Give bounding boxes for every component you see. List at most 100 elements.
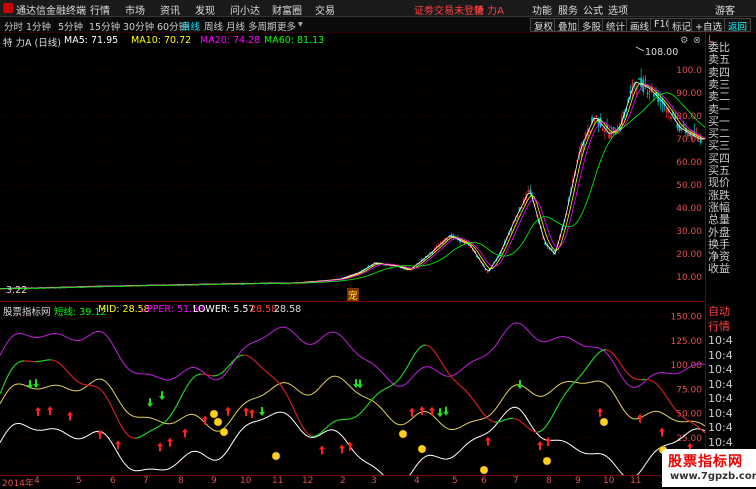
buy-arrow-icon — [202, 416, 208, 425]
buy-arrow-icon — [47, 406, 53, 415]
indicator-title: 股票指标网 — [3, 304, 51, 318]
period-daily[interactable]: 日线 — [181, 19, 200, 33]
menu-gongshi[interactable]: 公式 — [583, 2, 603, 17]
buy-arrow-icon — [182, 428, 188, 437]
short-line-seg — [606, 350, 609, 351]
short-line-seg — [66, 370, 69, 373]
period-1min[interactable]: 1分钟 — [26, 19, 51, 33]
short-line-seg — [579, 374, 582, 378]
title-bar: 通达信金融终端 行情 市场 资讯 发现 问小达 财富圈 交易 证劵交易未登录 特… — [0, 0, 756, 17]
menu-gongneng[interactable]: 功能 — [532, 2, 552, 17]
draw-line-button[interactable]: 画线 — [626, 18, 653, 32]
short-line-seg — [489, 419, 492, 421]
menu-wenxiaoda[interactable]: 问小达 — [230, 2, 260, 17]
menu-caifuquan[interactable]: 财富圈 — [272, 2, 302, 17]
candle-body — [647, 93, 648, 94]
add-watchlist-button[interactable]: +自选 — [691, 18, 726, 32]
short-line-seg — [0, 387, 3, 394]
date-label-15: 7 — [513, 476, 519, 486]
period-monthly[interactable]: 月线 — [226, 19, 245, 33]
period-weekly[interactable]: 周线 — [204, 19, 223, 33]
close-icon[interactable]: ⊗ — [693, 35, 701, 46]
short-line-seg — [171, 410, 174, 415]
period-multi[interactable]: 多周期 — [248, 19, 277, 33]
short-line-seg — [624, 369, 627, 373]
quote-field-14: 总量 — [708, 213, 730, 226]
menu-fuwu[interactable]: 服务 — [558, 2, 578, 17]
short-line-seg — [78, 382, 81, 384]
short-line-seg — [165, 419, 168, 422]
short-line-seg — [654, 382, 657, 384]
short-line-seg — [405, 366, 408, 371]
short-line-seg — [615, 356, 618, 360]
ma20-line — [0, 85, 705, 289]
menu-zixun[interactable]: 资讯 — [160, 2, 180, 17]
quote-field-4: 卖二 — [708, 90, 730, 103]
chart-settings-icon[interactable]: ⚙ — [680, 35, 689, 46]
sell-arrow-icon — [33, 379, 39, 388]
period-5min[interactable]: 5分钟 — [58, 19, 83, 33]
short-line-seg — [168, 415, 171, 419]
lower-label: LOWER: 5.57 — [193, 304, 255, 315]
date-label-8: 11 — [272, 476, 283, 486]
sell-arrow-icon — [147, 398, 153, 407]
menu-hangqing[interactable]: 行情 — [90, 2, 110, 17]
short-line-seg — [516, 419, 519, 420]
indicator-chart[interactable]: 150.00125.00100.0075.0050.0025.000.00 股票… — [0, 301, 705, 476]
buy-arrow-icon — [115, 440, 121, 449]
back-button[interactable]: 返回 — [724, 18, 751, 32]
kline-chart[interactable]: 100.090.0080.0070.0060.0050.0040.0030.00… — [0, 33, 705, 301]
period-15min[interactable]: 15分钟 — [89, 19, 120, 33]
multi-stock-button[interactable]: 多股 — [578, 18, 605, 32]
period-fenshi[interactable]: 分时 — [4, 19, 23, 33]
stats-button[interactable]: 统计 — [602, 18, 629, 32]
event-marker[interactable]: 宠 — [347, 288, 359, 302]
buy-arrow-icon — [419, 406, 425, 415]
date-label-4: 7 — [143, 476, 149, 486]
smiley-icon — [272, 452, 280, 460]
tick-item-8: 10:4 — [708, 421, 733, 434]
short-line-seg — [477, 405, 480, 409]
smiley-icon — [399, 430, 407, 438]
short-line-seg — [153, 428, 156, 430]
guest-user[interactable]: 游客 — [715, 2, 735, 17]
indicator-svg[interactable]: 150.00125.00100.0075.0050.0025.000.00 — [0, 302, 705, 476]
candle-body — [683, 125, 684, 126]
sell-arrow-icon — [27, 380, 33, 389]
short-line-seg — [102, 391, 105, 395]
short-line-seg — [633, 378, 636, 379]
tick-item-0: 自动 — [708, 305, 730, 318]
short-line-seg — [264, 370, 267, 373]
period-30min[interactable]: 30分钟 — [123, 19, 154, 33]
short-line-seg — [693, 423, 696, 425]
menu-shichang[interactable]: 市场 — [125, 2, 145, 17]
short-line-seg — [297, 416, 300, 422]
menu-faxian[interactable]: 发现 — [195, 2, 215, 17]
quote-field-0: 委比 — [708, 41, 730, 54]
short-line-seg — [147, 431, 150, 433]
short-line-seg — [525, 425, 528, 428]
period-more[interactable]: 更多 — [277, 19, 296, 33]
short-line-seg — [609, 351, 612, 353]
overlay-button[interactable]: 叠加 — [554, 18, 581, 32]
menu-xuanxiang[interactable]: 选项 — [608, 2, 628, 17]
short-line-seg — [402, 371, 405, 376]
short-line-seg — [186, 383, 189, 388]
short-line-seg — [69, 373, 72, 376]
short-line-seg — [411, 355, 414, 360]
quote-field-8: 买三 — [708, 139, 730, 152]
menu-jiaoyi[interactable]: 交易 — [315, 2, 335, 17]
short-line-seg — [111, 405, 114, 411]
smiley-icon — [220, 428, 228, 436]
short-line-seg — [291, 403, 294, 409]
date-axis: 2014年45678910111223456789101112 — [0, 475, 705, 488]
short-line-seg — [57, 362, 60, 364]
kline-svg[interactable]: 100.090.0080.0070.0060.0050.0040.0030.00… — [0, 33, 705, 301]
chevron-down-icon[interactable]: ▾ — [298, 19, 303, 30]
fuquan-button[interactable]: 复权 — [530, 18, 557, 32]
short-line-seg — [204, 374, 207, 375]
high-pointer — [636, 47, 644, 51]
buy-arrow-icon — [157, 442, 163, 451]
short-line-seg — [336, 420, 339, 421]
date-label-16: 8 — [546, 476, 552, 486]
